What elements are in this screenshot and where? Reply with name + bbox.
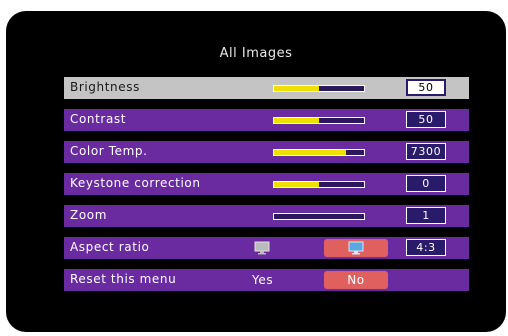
keystone-slider[interactable] — [273, 181, 365, 188]
keystone-slider-fill — [274, 182, 319, 187]
monitor-icon[interactable] — [254, 241, 270, 255]
brightness-label: Brightness — [70, 80, 140, 94]
contrast-slider-fill — [274, 118, 319, 123]
contrast-label: Contrast — [70, 112, 127, 126]
menu-row-zoom[interactable]: Zoom 1 — [64, 205, 469, 227]
brightness-slider-fill — [274, 86, 319, 91]
reset-no-option[interactable]: No — [324, 271, 388, 289]
contrast-slider[interactable] — [273, 117, 365, 124]
color-temp-slider[interactable] — [273, 149, 365, 156]
menu-row-aspect-ratio[interactable]: Aspect ratio 4:3 — [64, 237, 469, 259]
aspect-option-selected[interactable] — [324, 239, 388, 257]
brightness-slider[interactable] — [273, 85, 365, 92]
color-temp-label: Color Temp. — [70, 144, 148, 158]
reset-yes-option[interactable]: Yes — [252, 273, 273, 287]
color-temp-slider-fill — [274, 150, 346, 155]
menu-title: All Images — [219, 46, 293, 61]
aspect-ratio-value: 4:3 — [406, 239, 446, 256]
menu-row-contrast[interactable]: Contrast 50 — [64, 109, 469, 131]
menu-row-keystone[interactable]: Keystone correction 0 — [64, 173, 469, 195]
color-temp-value: 7300 — [406, 143, 446, 160]
reset-label: Reset this menu — [70, 272, 177, 286]
menu-row-color-temp[interactable]: Color Temp. 7300 — [64, 141, 469, 163]
keystone-value: 0 — [406, 175, 446, 192]
keystone-label: Keystone correction — [70, 176, 201, 190]
menu-row-brightness[interactable]: Brightness 50 — [64, 77, 469, 99]
zoom-slider[interactable] — [273, 213, 365, 220]
contrast-value: 50 — [406, 111, 446, 128]
brightness-value: 50 — [406, 79, 446, 96]
aspect-ratio-label: Aspect ratio — [70, 240, 150, 254]
zoom-label: Zoom — [70, 208, 107, 222]
menu-row-reset[interactable]: Reset this menu Yes No — [64, 269, 469, 291]
zoom-value: 1 — [406, 207, 446, 224]
monitor-icon — [348, 241, 364, 255]
